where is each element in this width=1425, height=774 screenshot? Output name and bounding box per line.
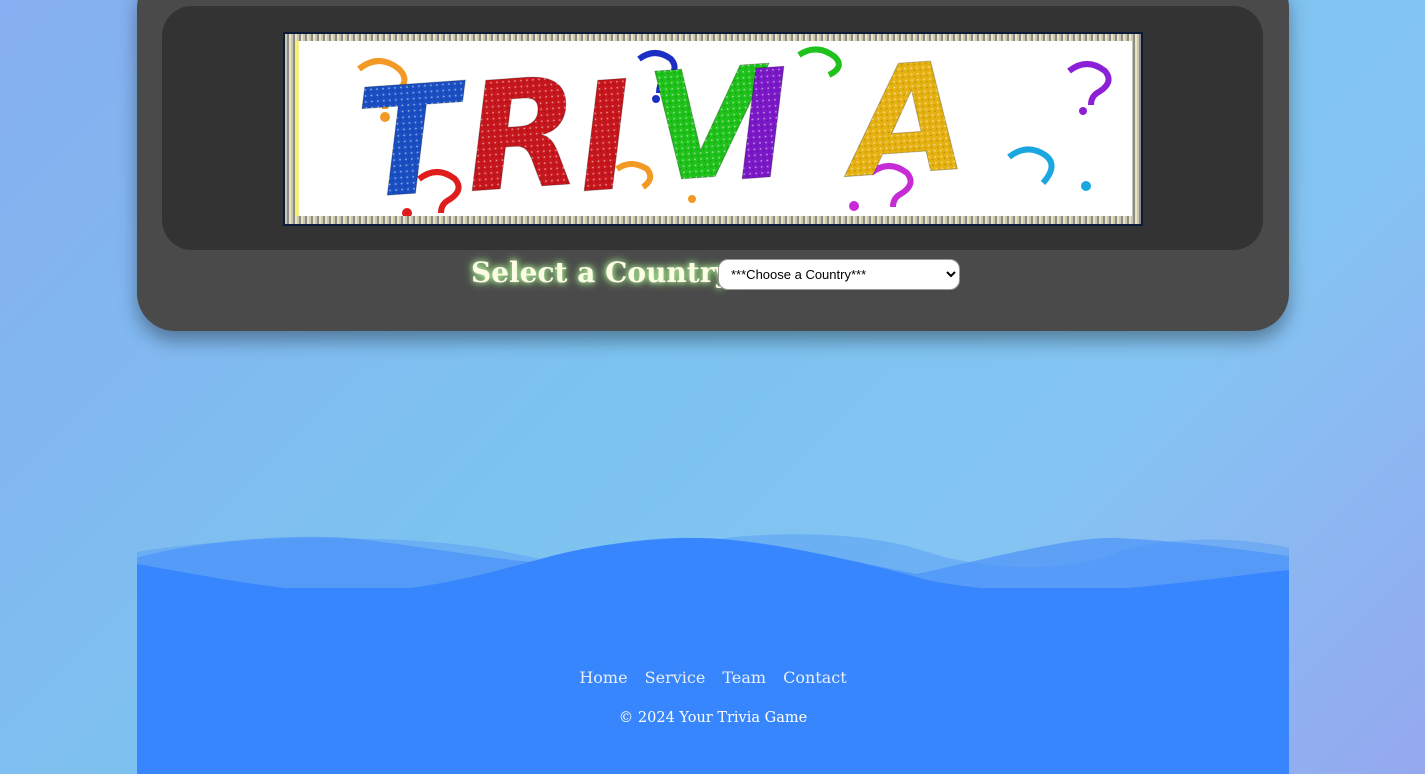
- trivia-logo-image: TTRRIIVVIIAA: [296, 41, 1132, 216]
- logo-letter-glitter: A: [834, 41, 972, 213]
- trivia-logo: TTRRII VVII AA: [351, 41, 1112, 216]
- country-select-label: Select a Country:: [471, 256, 742, 289]
- footer-link-service[interactable]: Service: [645, 668, 706, 687]
- logo-letter-glitter: I: [571, 49, 639, 216]
- question-mark-icon: [1067, 61, 1112, 106]
- footer-link-home[interactable]: Home: [579, 668, 627, 687]
- logo-letter-glitter: T: [351, 51, 476, 216]
- header-card: TTRRIIVVIIAA Select a Country: ***Choose…: [137, 0, 1289, 331]
- question-mark-dot-icon: [1081, 181, 1091, 191]
- question-mark-icon: [1007, 146, 1055, 185]
- footer-copyright: © 2024 Your Trivia Game: [618, 710, 808, 726]
- trivia-banner: TTRRIIVVIIAA: [283, 32, 1143, 226]
- footer-nav: Home Service Team Contact: [137, 668, 1289, 687]
- footer-link-contact[interactable]: Contact: [783, 668, 847, 687]
- logo-letter-glitter: R: [459, 45, 586, 216]
- question-mark-icon: [797, 46, 842, 78]
- logo-letter-glitter: I: [729, 41, 797, 215]
- footer: Home Service Team Contact © 2024 Your Tr…: [137, 530, 1289, 774]
- banner-frame: TTRRIIVVIIAA: [162, 6, 1263, 250]
- country-select-dropdown[interactable]: ***Choose a Country***: [718, 259, 960, 290]
- logo-letters: TTRRII VVII AA: [351, 41, 973, 216]
- question-mark-dot-icon: [1079, 107, 1087, 115]
- country-select-row: Select a Country: ***Choose a Country***: [137, 256, 1289, 296]
- footer-link-team[interactable]: Team: [722, 668, 766, 687]
